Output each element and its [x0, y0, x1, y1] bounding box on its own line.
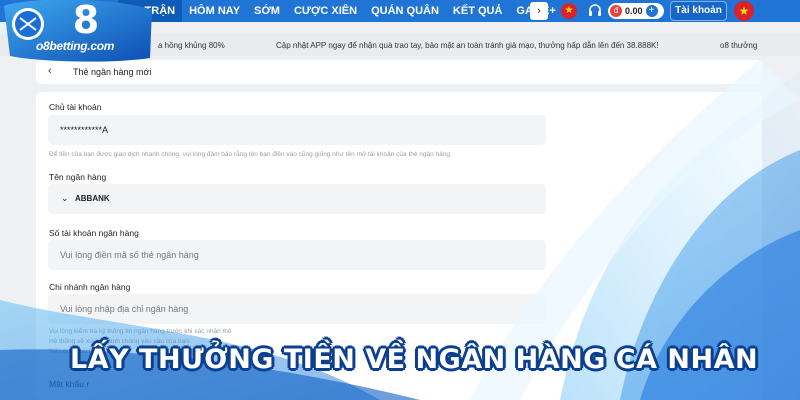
- nav-item-today[interactable]: HÔM NAY: [182, 0, 247, 22]
- deposit-plus-icon[interactable]: +: [645, 5, 658, 17]
- account-holder-value: ************A: [60, 125, 109, 135]
- holder-label: Chủ tài khoản: [49, 102, 102, 112]
- marquee-text-main: Cập nhật APP ngay để nhận quà trao tay, …: [276, 41, 659, 50]
- bank-selected-value: ABBANK: [75, 194, 110, 203]
- headset-support-icon[interactable]: [587, 3, 603, 19]
- account-number-label: Số tài khoản ngân hàng: [49, 228, 139, 238]
- marquee-text-left: a hồng khủng 80%: [158, 41, 225, 50]
- promo-caption: LẤY THƯỞNG TIỀN VỀ NGÂN HÀNG CÁ NHÂN: [70, 344, 759, 375]
- branch-input[interactable]: Vui lòng nhập địa chỉ ngân hàng: [48, 294, 546, 324]
- vietnam-flag-icon[interactable]: ★: [561, 3, 577, 19]
- svg-text:8: 8: [73, 0, 99, 42]
- page-title: Thẻ ngân hàng mới: [73, 67, 152, 77]
- nav-item-early[interactable]: SỚM: [247, 0, 287, 22]
- nav-item-results[interactable]: KẾT QUẢ: [446, 0, 510, 22]
- main-nav: NG TRẬN HÔM NAY SỚM CƯỢC XIÊN QUÁN QUÂN …: [118, 0, 563, 22]
- panel-header: ‹ Thẻ ngân hàng mới: [36, 60, 762, 84]
- nav-item-parlay[interactable]: CƯỢC XIÊN: [287, 0, 364, 22]
- branch-label: Chi nhánh ngân hàng: [49, 282, 131, 292]
- branch-hint-1: Vui lòng kiểm tra kỹ thông tin ngân hàng…: [49, 328, 232, 335]
- password-label: Mật khẩu r: [49, 379, 90, 389]
- account-number-input[interactable]: Vui lòng điền mã số thẻ ngân hàng: [48, 240, 546, 270]
- chevron-down-icon: ⌄: [61, 193, 69, 203]
- balance-display: đ 0.00 +: [608, 3, 664, 19]
- bank-name-label: Tên ngân hàng: [49, 172, 107, 182]
- nav-item-outright[interactable]: QUÁN QUÂN: [364, 0, 446, 22]
- bank-select[interactable]: ⌄ ABBANK: [48, 184, 546, 214]
- account-number-placeholder: Vui lòng điền mã số thẻ ngân hàng: [60, 250, 199, 260]
- back-arrow-icon[interactable]: ‹: [48, 65, 52, 77]
- logo-text: o8betting.com: [36, 39, 115, 53]
- language-flag-icon[interactable]: ★: [734, 1, 754, 21]
- marquee-text-right: o8 thưởng: [720, 41, 758, 50]
- account-holder-field[interactable]: ************A: [48, 115, 546, 145]
- account-button[interactable]: Tài khoản: [670, 1, 727, 21]
- branch-placeholder: Vui lòng nhập địa chỉ ngân hàng: [60, 304, 189, 314]
- holder-hint: Để tiền của bạn được giao dịch nhanh chó…: [49, 151, 451, 158]
- balance-value: 0.00: [625, 6, 643, 16]
- nav-next-arrow-icon[interactable]: ›: [530, 2, 548, 20]
- coin-icon: đ: [610, 5, 622, 17]
